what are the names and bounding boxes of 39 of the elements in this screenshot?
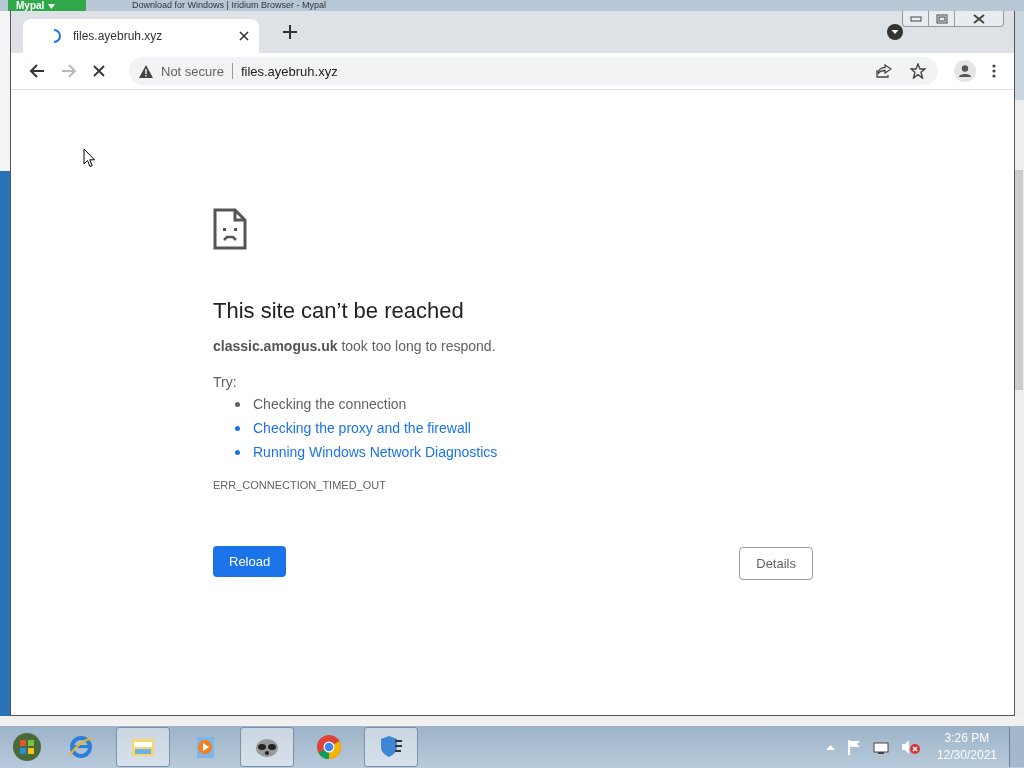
- error-heading: This site can’t be reached: [213, 298, 465, 324]
- error-message: classic.amogus.uk took too long to respond.: [213, 338, 497, 354]
- sad-page-icon: [213, 208, 247, 250]
- details-button[interactable]: Details: [739, 547, 813, 580]
- back-icon[interactable]: [29, 63, 45, 79]
- try-label: Try:: [213, 374, 238, 390]
- close-icon[interactable]: [239, 31, 249, 41]
- suggestion-text: Checking the connection: [253, 396, 407, 413]
- suggestion-link[interactable]: Checking the proxy and the firewall: [253, 420, 471, 437]
- share-icon[interactable]: [876, 64, 892, 78]
- speaker-muted-icon[interactable]: [900, 739, 921, 755]
- bullet-icon: [235, 426, 240, 431]
- warning-icon: [139, 64, 153, 78]
- taskbar-button[interactable]: [240, 727, 294, 767]
- new-tab-icon[interactable]: [283, 25, 297, 39]
- menu-button[interactable]: Mypal: [8, 0, 86, 12]
- bullet-icon: [235, 450, 240, 455]
- security-label[interactable]: Not secure: [161, 63, 224, 79]
- stop-icon[interactable]: [93, 65, 105, 77]
- url-text: files.ayebruh.xyz: [240, 63, 338, 79]
- profile-icon[interactable]: [954, 60, 976, 82]
- window-title: Download for Windows | Iridium Browser - Mypal: [132, 0, 326, 10]
- clock-date: 12/30/2021: [936, 747, 997, 764]
- bullet-icon: [235, 402, 240, 407]
- scroll-bar[interactable]: [1014, 100, 1024, 716]
- globe-icon: [67, 733, 95, 761]
- clock-time: 3:26 PM: [944, 730, 990, 747]
- menu-icon[interactable]: [992, 64, 996, 78]
- cursor-icon: [83, 148, 96, 168]
- browser-icon: [315, 733, 343, 761]
- reload-button[interactable]: Reload: [213, 546, 287, 577]
- tab-title: files.ayebruh.xyz: [73, 29, 164, 43]
- caret-icon: [48, 3, 56, 9]
- error-code: ERR_CONNECTION_TIMED_OUT: [213, 479, 387, 491]
- address-bar[interactable]: Not secure files.ayebruh.xyz: [129, 57, 938, 85]
- dropdown-icon[interactable]: [887, 24, 903, 40]
- browser-tab[interactable]: files.ayebruh.xyz: [23, 19, 259, 53]
- star-icon[interactable]: [910, 63, 926, 79]
- suggestion-link[interactable]: Running Windows Network Diagnostics: [253, 444, 498, 461]
